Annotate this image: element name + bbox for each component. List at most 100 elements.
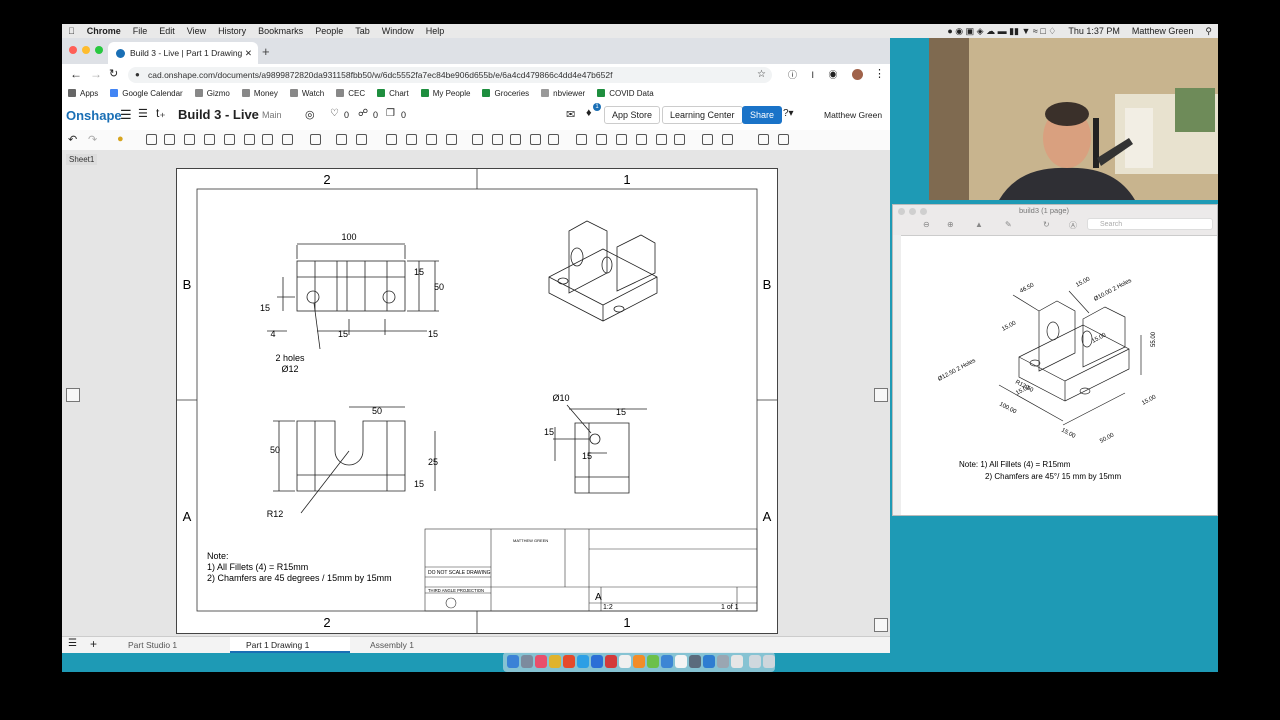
undo-icon[interactable]: ↶ — [68, 133, 77, 146]
preview-close-icon[interactable] — [898, 208, 905, 215]
image-icon[interactable] — [778, 134, 789, 145]
app-store-icon[interactable] — [591, 655, 603, 668]
note-icon[interactable] — [386, 134, 397, 145]
menu-app[interactable]: Chrome — [87, 26, 121, 36]
tab-part-drawing[interactable]: Part 1 Drawing 1 — [230, 637, 350, 653]
share-icon[interactable]: ▲ — [975, 220, 983, 229]
tab-part-studio[interactable]: Part Studio 1 — [112, 637, 228, 653]
menu-help[interactable]: Help — [426, 26, 445, 36]
bookmark-apps[interactable]: Apps — [68, 89, 98, 98]
firefox-icon[interactable] — [563, 655, 575, 668]
bookmark-nbviewer[interactable]: nbviewer — [541, 89, 585, 98]
bookmark-google-calendar[interactable]: Google Calendar — [110, 89, 183, 98]
minimize-window-icon[interactable] — [82, 46, 90, 54]
centerline-icon[interactable] — [596, 134, 607, 145]
back-icon[interactable]: ← — [70, 67, 82, 81]
bookmark-watch[interactable]: Watch — [289, 89, 324, 98]
music-icon[interactable] — [535, 655, 547, 668]
comment-icon[interactable]: ✉ — [566, 108, 575, 121]
vlc-icon[interactable] — [633, 655, 645, 668]
sketch-line-icon[interactable] — [702, 134, 713, 145]
bom-icon[interactable] — [530, 134, 541, 145]
url-bar[interactable]: ● cad.onshape.com/documents/a9899872820d… — [128, 67, 772, 83]
sheet-label[interactable]: Sheet1 — [66, 154, 98, 165]
chrome-icon[interactable] — [549, 655, 561, 668]
globe-icon[interactable]: ◎ — [305, 108, 315, 121]
view-cube-icon[interactable] — [874, 618, 888, 632]
photo-booth-icon[interactable] — [605, 655, 617, 668]
projected-view-icon[interactable] — [164, 134, 175, 145]
close-window-icon[interactable] — [69, 46, 77, 54]
insert-view-icon[interactable] — [146, 134, 157, 145]
rotate-icon[interactable]: ↻ — [1043, 220, 1050, 229]
preview-search-field[interactable]: Search — [1087, 218, 1213, 230]
menu-file[interactable]: File — [133, 26, 148, 36]
share-button[interactable]: Share — [742, 106, 783, 124]
copy-icon[interactable]: ❐ — [386, 108, 395, 119]
menu-window[interactable]: Window — [382, 26, 414, 36]
format-painter-icon[interactable]: ● — [117, 133, 124, 145]
bookmark-my-people[interactable]: My People — [420, 89, 470, 98]
profile-avatar[interactable] — [852, 69, 863, 80]
line-icon[interactable] — [576, 134, 587, 145]
status-icons[interactable]: ● ◉ ▣ ◈ ☁ ▬ ▮▮ ▼ ≈ □ ♢ — [947, 26, 1056, 37]
bookmark-cec[interactable]: CEC — [336, 89, 365, 98]
forward-icon[interactable]: → — [90, 67, 102, 81]
link-icon[interactable]: ☍ — [358, 108, 368, 119]
export-icon[interactable] — [758, 134, 769, 145]
vscode-icon[interactable] — [703, 655, 715, 668]
baseline-dim-icon[interactable] — [336, 134, 347, 145]
doc-list-icon[interactable]: ☰ — [138, 107, 148, 120]
system-prefs-icon[interactable] — [731, 655, 743, 668]
new-tab-icon[interactable]: + — [262, 44, 270, 59]
table-icon[interactable] — [510, 134, 521, 145]
spotlight-icon[interactable]: ⚲ — [1205, 26, 1212, 37]
preview-zoom-icon[interactable] — [920, 208, 927, 215]
zoom-icon[interactable] — [661, 655, 673, 668]
branch-label[interactable]: Main — [262, 110, 282, 120]
chrome-menu-icon[interactable]: ⋮ — [874, 67, 885, 80]
menu-bookmarks[interactable]: Bookmarks — [258, 26, 303, 36]
centermark-icon[interactable] — [616, 134, 627, 145]
document-title[interactable]: Build 3 - Live — [178, 107, 259, 122]
bookmark-money[interactable]: Money — [241, 89, 278, 98]
section-view-icon[interactable] — [204, 134, 215, 145]
preview-app-icon[interactable] — [717, 655, 729, 668]
zoom-in-icon[interactable]: ⊕ — [947, 220, 954, 229]
insert-icon[interactable]: t₊ — [156, 106, 166, 120]
tab-close-icon[interactable]: ✕ — [245, 48, 252, 59]
reload-icon[interactable]: ↻ — [109, 67, 118, 80]
broken-view-icon[interactable] — [244, 134, 255, 145]
safari-icon[interactable] — [577, 655, 589, 668]
tab-assembly[interactable]: Assembly 1 — [354, 637, 470, 653]
header-user-menu[interactable]: Matthew Green — [824, 110, 882, 120]
apple-icon[interactable]:  — [68, 26, 75, 36]
help-icon[interactable]: ?▾ — [783, 108, 794, 119]
dimension-icon[interactable] — [310, 134, 321, 145]
text-icon[interactable] — [472, 134, 483, 145]
finder-icon[interactable] — [507, 655, 519, 668]
angle-dim-icon[interactable] — [356, 134, 367, 145]
redo-icon[interactable]: ↷ — [88, 133, 97, 146]
leader-icon[interactable] — [446, 134, 457, 145]
downloads-icon[interactable] — [749, 655, 761, 668]
facetime-icon[interactable] — [647, 655, 659, 668]
zoom-out-icon[interactable]: ⊖ — [923, 220, 930, 229]
menu-people[interactable]: People — [315, 26, 343, 36]
launchpad-icon[interactable] — [521, 655, 533, 668]
clock[interactable]: Thu 1:37 PM — [1068, 26, 1120, 36]
menu-edit[interactable]: Edit — [159, 26, 175, 36]
drawing-sheet[interactable]: 2 1 2 1 B B A A 100 15 50 15 4 15 15 2 h… — [176, 168, 778, 634]
calendar-icon[interactable] — [675, 655, 687, 668]
detail-view-icon[interactable] — [224, 134, 235, 145]
bookmark-chart[interactable]: Chart — [377, 89, 409, 98]
properties-panel-icon[interactable] — [874, 388, 888, 402]
callout-icon[interactable] — [406, 134, 417, 145]
star-icon[interactable]: ☆ — [757, 67, 766, 83]
bookmark-gizmo[interactable]: Gizmo — [194, 89, 230, 98]
like-icon[interactable]: ♡ — [330, 108, 339, 119]
extension-icons[interactable]: ⓘ I ◉ — [788, 68, 844, 81]
check-icon[interactable] — [426, 134, 437, 145]
zoom-window-icon[interactable] — [95, 46, 103, 54]
menu-tab[interactable]: Tab — [355, 26, 370, 36]
